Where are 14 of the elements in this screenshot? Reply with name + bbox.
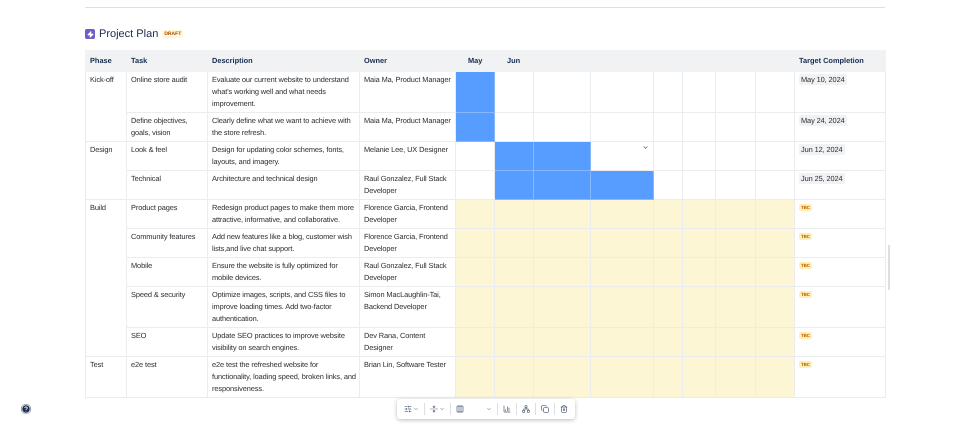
caret-icon <box>439 406 445 412</box>
sliders-icon <box>404 405 412 413</box>
hierarchy-icon <box>522 405 530 413</box>
align-icon <box>430 405 438 413</box>
trash-icon <box>560 405 568 413</box>
bar-chart-icon <box>503 405 511 413</box>
page-title: Project Plan <box>99 28 158 40</box>
caret-icon <box>486 406 492 412</box>
caret-icon[interactable] <box>642 144 649 151</box>
caret-icon <box>413 406 419 412</box>
columns-icon <box>456 405 464 413</box>
copy-icon <box>541 405 549 413</box>
help-icon[interactable] <box>21 404 31 414</box>
scrollbar[interactable] <box>888 245 890 290</box>
